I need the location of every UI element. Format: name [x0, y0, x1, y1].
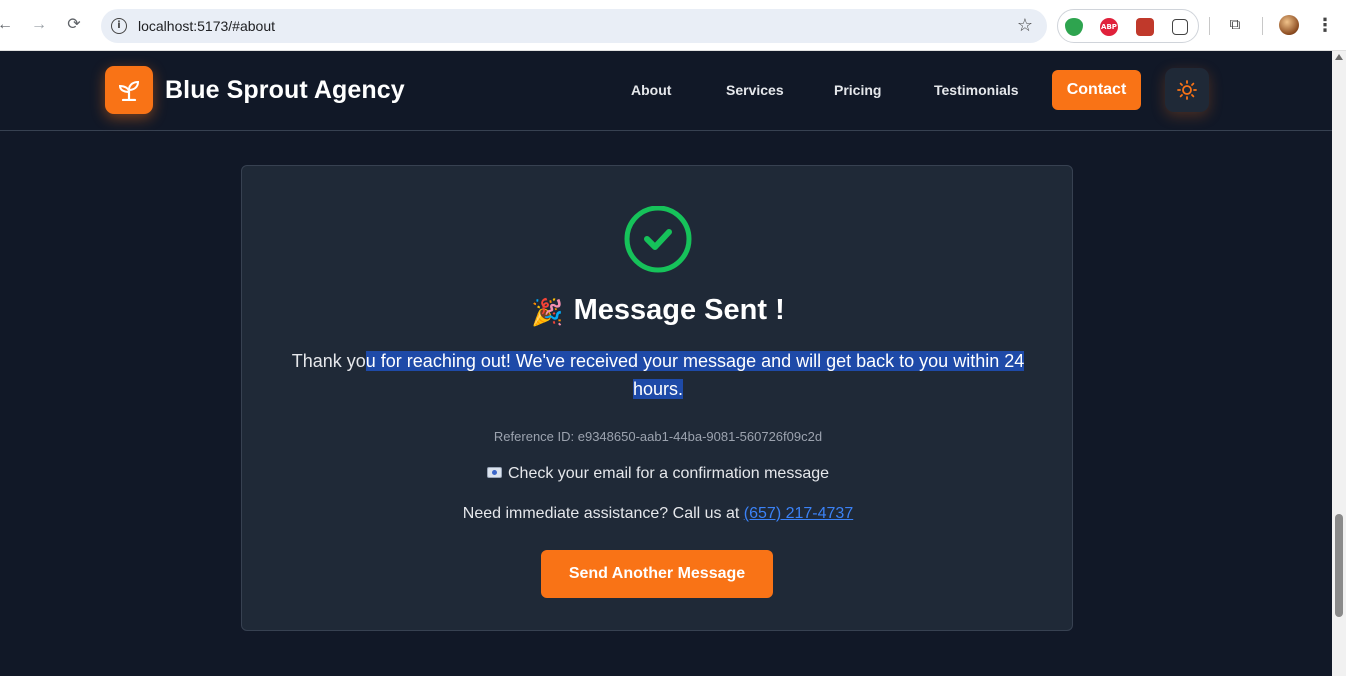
nav-about[interactable]: About	[631, 82, 671, 98]
email-note: Check your email for a confirmation mess…	[242, 465, 1074, 483]
success-title: Message Sent !	[573, 294, 785, 326]
scroll-thumb[interactable]	[1335, 514, 1343, 617]
email-note-text: Check your email for a confirmation mess…	[507, 465, 830, 482]
success-card: 🎉 Message Sent ! Thank you for reaching o…	[241, 165, 1073, 631]
menu-kebab-icon[interactable]: ⋮	[1314, 14, 1336, 36]
profile-avatar[interactable]	[1279, 15, 1299, 35]
contact-button[interactable]: Contact	[1052, 70, 1141, 110]
thank-you-text-selected: u for reaching out! We've received your …	[365, 351, 1025, 399]
puzzle-extension-icon[interactable]	[1172, 19, 1188, 35]
url-text[interactable]: localhost:5173/#about	[138, 18, 275, 34]
address-bar[interactable]: i localhost:5173/#about ☆	[101, 9, 1047, 43]
check-circle-icon	[624, 206, 692, 273]
adblock-extension-icon[interactable]: ABP	[1100, 18, 1118, 36]
reference-id: Reference ID: e9348650-aab1-44ba-9081-56…	[493, 429, 823, 444]
back-icon[interactable]: ←	[0, 14, 16, 36]
assistance-line: Need immediate assistance? Call us at (6…	[242, 505, 1074, 523]
toolbar-divider	[1262, 17, 1263, 35]
sprout-icon	[119, 80, 139, 101]
brand-name[interactable]: Blue Sprout Agency	[165, 76, 405, 105]
site-info-icon[interactable]: i	[111, 18, 127, 34]
nav-services[interactable]: Services	[726, 82, 784, 98]
tab-search-icon[interactable]: ⧉	[1224, 14, 1246, 36]
thank-you-text-start: Thank yo	[291, 351, 366, 371]
extensions-group: ABP	[1057, 9, 1199, 43]
phone-link[interactable]: (657) 217-4737	[744, 505, 853, 522]
send-another-message-button[interactable]: Send Another Message	[541, 550, 773, 598]
logo[interactable]	[105, 66, 153, 114]
browser-toolbar: ← → ⟳ i localhost:5173/#about ☆ ABP ⧉ ⋮	[0, 0, 1346, 51]
assistance-text: Need immediate assistance? Call us at	[462, 505, 744, 522]
email-icon	[486, 467, 502, 478]
toolbar-divider	[1209, 17, 1210, 35]
scrollbar[interactable]	[1332, 51, 1346, 676]
extension-red-icon[interactable]	[1136, 18, 1154, 36]
reload-icon[interactable]: ⟳	[63, 14, 85, 36]
party-popper-icon: 🎉	[531, 298, 564, 328]
success-title-row: 🎉 Message Sent !	[242, 294, 1074, 328]
scroll-up-arrow-icon[interactable]	[1335, 54, 1343, 60]
nav-testimonials[interactable]: Testimonials	[934, 82, 1019, 98]
site-header: Blue Sprout Agency About Services Pricin…	[0, 51, 1332, 131]
adblock-label: ABP	[1101, 23, 1117, 31]
shield-extension-icon[interactable]	[1065, 18, 1083, 36]
theme-toggle-button[interactable]	[1165, 68, 1209, 112]
sun-icon	[1177, 80, 1197, 100]
forward-icon[interactable]: →	[28, 14, 50, 36]
bookmark-star-icon[interactable]: ☆	[1017, 15, 1033, 36]
thank-you-message: Thank you for reaching out! We've receiv…	[282, 347, 1034, 403]
nav-pricing[interactable]: Pricing	[834, 82, 881, 98]
